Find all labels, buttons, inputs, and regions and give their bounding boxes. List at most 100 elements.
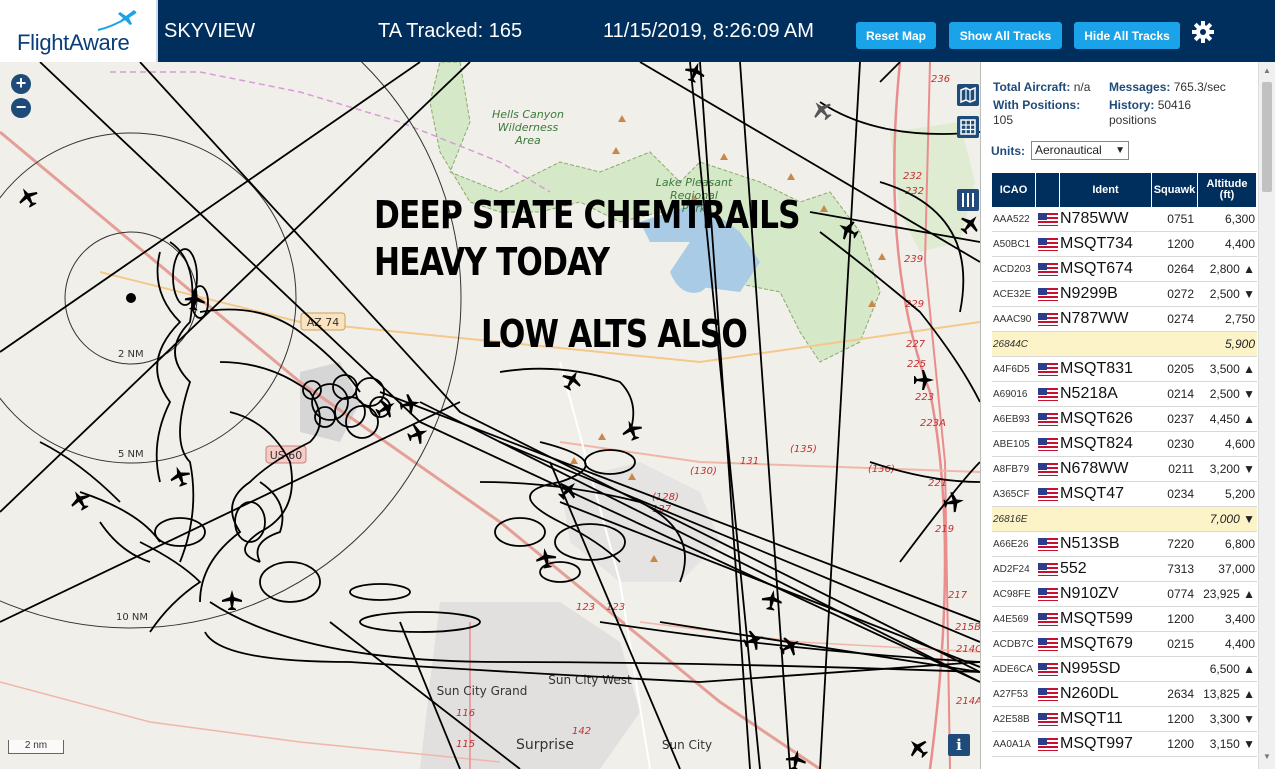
grid-icon xyxy=(960,119,976,135)
table-row[interactable]: 26844C 5,900 xyxy=(992,332,1257,357)
sidebar-scrollbar[interactable]: ▲ ▼ xyxy=(1258,62,1275,769)
us-flag-icon xyxy=(1038,687,1058,701)
cell-altitude: 4,450 ▲ xyxy=(1209,412,1255,426)
cell-altitude: 3,200 ▼ xyxy=(1209,462,1255,476)
col-altitude-unit: (ft) xyxy=(1219,189,1235,201)
table-row[interactable]: ACDB7C MSQT679 0215 4,400 xyxy=(992,632,1257,657)
cell-flag xyxy=(1036,687,1060,701)
cell-icao: AA0A1A xyxy=(993,738,1031,750)
aircraft-table: ICAO Ident Squawk Altitude (ft) AAA522 N7… xyxy=(992,173,1257,757)
table-row[interactable]: ADE6CA N995SD 6,500 ▲ xyxy=(992,657,1257,682)
cell-icao: A50BC1 xyxy=(993,238,1031,250)
table-row[interactable]: A365CF MSQT47 0234 5,200 xyxy=(992,482,1257,507)
table-row[interactable]: A2E58B MSQT11 1200 3,300 ▼ xyxy=(992,707,1257,732)
cell-ident: MSQT11 xyxy=(1060,710,1123,727)
us-flag-icon xyxy=(1038,437,1058,451)
cell-squawk: 7220 xyxy=(1167,537,1194,551)
cell-ident: 552 xyxy=(1060,560,1087,577)
map-view[interactable]: 2 NM 5 NM 10 NM Hells Canyon Wilderness … xyxy=(0,62,980,769)
table-row[interactable]: A50BC1 MSQT734 1200 4,400 xyxy=(992,232,1257,257)
scroll-up-icon[interactable]: ▲ xyxy=(1263,66,1271,75)
cell-flag xyxy=(1036,562,1060,576)
gear-icon[interactable] xyxy=(1191,20,1215,44)
table-row[interactable]: A4E569 MSQT599 1200 3,400 xyxy=(992,607,1257,632)
table-row[interactable]: AAAC90 N787WW 0274 2,750 xyxy=(992,307,1257,332)
cell-flag xyxy=(1036,537,1060,551)
show-all-tracks-button[interactable]: Show All Tracks xyxy=(949,22,1062,49)
range-ring-5nm: 5 NM xyxy=(118,449,144,460)
grid-toggle-button[interactable] xyxy=(957,116,979,138)
cell-ident: N787WW xyxy=(1060,310,1129,327)
label-lake-pleasant-1: Lake Pleasant xyxy=(656,176,733,189)
cell-squawk: 0774 xyxy=(1167,587,1194,601)
cell-icao: A2E58B xyxy=(993,713,1030,725)
road-number: 123 xyxy=(576,602,595,613)
road-number: (135) xyxy=(790,444,817,455)
logo-text: FlightAware xyxy=(17,30,130,55)
flightaware-logo[interactable]: FlightAware xyxy=(0,0,158,62)
cell-altitude: 37,000 xyxy=(1218,562,1255,576)
label-sun-city-grand: Sun City Grand xyxy=(437,684,528,698)
table-row[interactable]: A66E26 N513SB 7220 6,800 xyxy=(992,532,1257,557)
cell-altitude: 6,800 xyxy=(1224,537,1255,551)
road-number: 239 xyxy=(904,254,923,265)
col-flag-header[interactable] xyxy=(1036,173,1060,207)
us-flag-icon xyxy=(1038,387,1058,401)
us-flag-icon xyxy=(1038,237,1058,251)
table-row[interactable]: A69016 N5218A 0214 2,500 ▼ xyxy=(992,382,1257,407)
cell-squawk: 0274 xyxy=(1167,312,1194,326)
messages-stat: Messages: 765.3/sec xyxy=(1109,80,1226,95)
us-flag-icon xyxy=(1038,212,1058,226)
us-flag-icon xyxy=(1038,287,1058,301)
cell-icao: ADE6CA xyxy=(993,663,1034,675)
total-aircraft-value: n/a xyxy=(1073,80,1091,94)
table-row[interactable]: ACD203 MSQT674 0264 2,800 ▲ xyxy=(992,257,1257,282)
col-ident-header[interactable]: Ident xyxy=(1060,173,1152,207)
table-row[interactable]: A6EB93 MSQT626 0237 4,450 ▲ xyxy=(992,407,1257,432)
cell-flag xyxy=(1036,637,1060,651)
scroll-down-icon[interactable]: ▼ xyxy=(1263,752,1271,761)
cell-icao: A4F6D5 xyxy=(993,363,1030,375)
table-row[interactable]: 26816E 7,000 ▼ xyxy=(992,507,1257,532)
map-canvas[interactable]: 2 NM 5 NM 10 NM Hells Canyon Wilderness … xyxy=(0,62,980,769)
cell-ident: MSQT734 xyxy=(1060,235,1133,252)
road-number: 115 xyxy=(456,739,475,750)
col-icao-header[interactable]: ICAO xyxy=(992,173,1036,207)
sidebar-toggle-button[interactable] xyxy=(957,189,979,211)
col-altitude-header[interactable]: Altitude (ft) xyxy=(1198,173,1257,207)
cell-squawk: 1200 xyxy=(1167,612,1194,626)
table-row[interactable]: AAA522 N785WW 0751 6,300 xyxy=(992,207,1257,232)
table-row[interactable]: A4F6D5 MSQT831 0205 3,500 ▲ xyxy=(992,357,1257,382)
zoom-in-button[interactable]: + xyxy=(11,74,31,94)
us-flag-icon xyxy=(1038,537,1058,551)
zoom-out-button[interactable]: − xyxy=(11,98,31,118)
table-row[interactable]: A8FB79 N678WW 0211 3,200 ▼ xyxy=(992,457,1257,482)
reset-map-button[interactable]: Reset Map xyxy=(856,22,936,49)
table-row[interactable]: ABE105 MSQT824 0230 4,600 xyxy=(992,432,1257,457)
cell-squawk: 2634 xyxy=(1167,687,1194,701)
road-number: 214A xyxy=(956,696,980,707)
road-number: 217 xyxy=(948,590,968,601)
map-layers-button[interactable] xyxy=(957,84,979,106)
scrollbar-thumb[interactable] xyxy=(1262,82,1272,192)
table-row[interactable]: AA0A1A MSQT997 1200 3,150 ▼ xyxy=(992,732,1257,757)
cell-ident: N995SD xyxy=(1060,660,1121,677)
col-squawk-header[interactable]: Squawk xyxy=(1152,173,1198,207)
hide-all-tracks-button[interactable]: Hide All Tracks xyxy=(1074,22,1180,49)
info-button[interactable]: i xyxy=(948,734,970,756)
cell-squawk: 1200 xyxy=(1167,737,1194,751)
table-row[interactable]: A27F53 N260DL 2634 13,825 ▲ xyxy=(992,682,1257,707)
table-row[interactable]: ACE32E N9299B 0272 2,500 ▼ xyxy=(992,282,1257,307)
cell-flag xyxy=(1036,412,1060,426)
cell-altitude: 5,200 xyxy=(1224,487,1255,501)
table-row[interactable]: AD2F24 552 7313 37,000 xyxy=(992,557,1257,582)
cell-icao: A365CF xyxy=(993,488,1030,500)
road-number: 232 xyxy=(903,171,922,182)
cell-icao: A66E26 xyxy=(993,538,1029,550)
cell-flag xyxy=(1036,737,1060,751)
cell-squawk: 0237 xyxy=(1167,412,1194,426)
units-select[interactable]: Aeronautical ▼ xyxy=(1031,141,1129,160)
table-row[interactable]: AC98FE N910ZV 0774 23,925 ▲ xyxy=(992,582,1257,607)
cell-flag xyxy=(1036,462,1060,476)
history-unit: positions xyxy=(1109,113,1157,127)
